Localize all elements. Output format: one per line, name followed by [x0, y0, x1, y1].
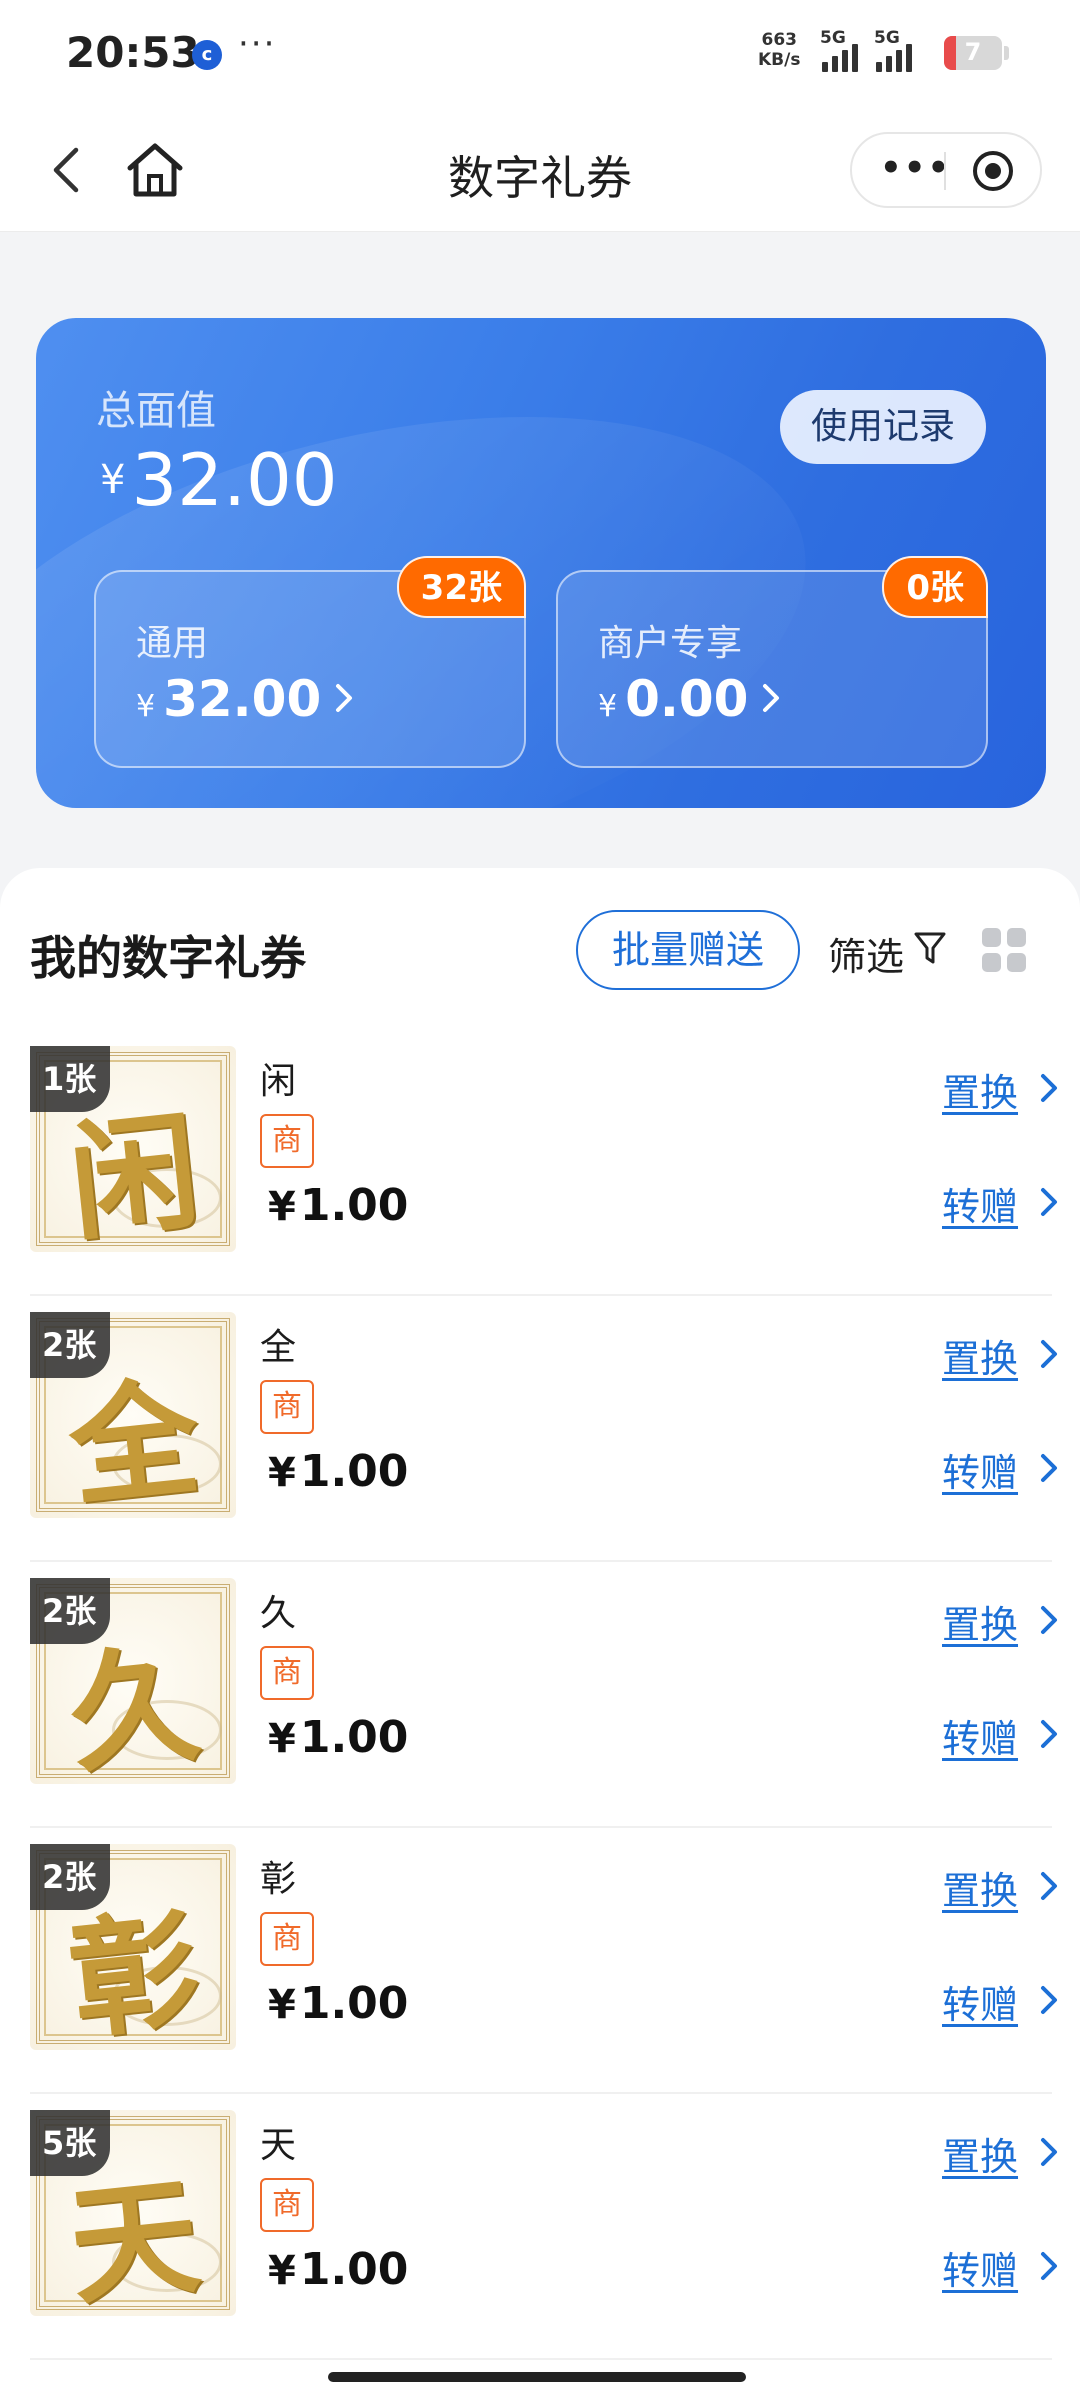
coupon-name: 彰 — [260, 1859, 297, 1900]
grid-view-icon[interactable] — [980, 926, 1028, 974]
chevron-right-icon[interactable] — [1036, 1448, 1062, 1488]
coupon-row[interactable]: 全 2张全商 ¥1.00 置换 转赠 — [30, 1296, 1057, 1562]
merchant-tag: 商 — [260, 1646, 314, 1700]
merchant-tag: 商 — [260, 1114, 314, 1168]
merchant-value: ¥0.00 — [598, 670, 786, 728]
coupon-price: ¥1.00 — [268, 1712, 408, 1763]
merchant-tag: 商 — [260, 1380, 314, 1434]
gift-link[interactable]: 转赠 — [942, 1708, 1018, 1763]
coupon-price: ¥1.00 — [268, 1446, 408, 1497]
network-speed: 663 KB/s — [758, 30, 800, 70]
gift-link[interactable]: 转赠 — [942, 1442, 1018, 1497]
chevron-right-icon[interactable] — [1036, 2132, 1062, 2172]
battery-cap — [1004, 46, 1009, 60]
currency-symbol: ¥ — [136, 689, 156, 724]
total-value: ¥32.00 — [100, 438, 338, 522]
notification-app-icon: c — [192, 40, 222, 70]
merchant-count-badge: 0张 — [882, 556, 988, 618]
currency-symbol: ¥ — [268, 1450, 296, 1496]
status-time: 20:53 — [66, 28, 200, 77]
nav-bar: 数字礼券 ••• — [0, 108, 1080, 232]
total-value-amount: 32.00 — [131, 438, 338, 522]
chevron-right-icon[interactable] — [1036, 1866, 1062, 1906]
mini-program-capsule: ••• — [850, 132, 1042, 208]
swap-link[interactable]: 置换 — [942, 1062, 1018, 1117]
coupon-price: ¥1.00 — [268, 1180, 408, 1231]
home-indicator[interactable] — [328, 2372, 746, 2382]
currency-symbol: ¥ — [268, 1716, 296, 1762]
total-value-label: 总面值 — [96, 388, 216, 434]
general-coupon-box[interactable]: 32张 通用 ¥32.00 — [94, 556, 526, 768]
currency-symbol: ¥ — [268, 2248, 296, 2294]
merchant-label: 商户专享 — [598, 623, 743, 664]
coupon-name: 久 — [260, 1593, 297, 1634]
coupon-price: ¥1.00 — [268, 2244, 408, 2295]
chevron-right-icon[interactable] — [1036, 1600, 1062, 1640]
quantity-badge: 2张 — [30, 1844, 111, 1910]
battery-level: 7 — [964, 38, 982, 66]
chevron-right-icon — [336, 684, 353, 712]
battery-icon: 7 — [944, 36, 1002, 70]
coupon-price: ¥1.00 — [268, 1978, 408, 2029]
coupon-price-amount: 1.00 — [299, 1180, 409, 1231]
coupon-name: 全 — [260, 1327, 297, 1368]
coupon-row[interactable]: 久 2张久商 ¥1.00 置换 转赠 — [30, 1562, 1057, 1828]
general-amount: 32.00 — [163, 670, 322, 728]
network-speed-value: 663 — [761, 30, 797, 50]
currency-symbol: ¥ — [268, 1184, 296, 1230]
coupon-row[interactable]: 天 5张天商 ¥1.00 置换 转赠 — [30, 2094, 1057, 2360]
quantity-badge: 2张 — [30, 1312, 111, 1378]
merchant-tag: 商 — [260, 1912, 314, 1966]
chevron-right-icon — [763, 684, 780, 712]
currency-symbol: ¥ — [100, 457, 126, 503]
chevron-right-icon[interactable] — [1036, 1182, 1062, 1222]
gift-link[interactable]: 转赠 — [942, 2240, 1018, 2295]
general-label: 通用 — [136, 623, 209, 664]
chevron-right-icon[interactable] — [1036, 1068, 1062, 1108]
coupon-name: 天 — [260, 2125, 297, 2166]
merchant-amount: 0.00 — [625, 670, 749, 728]
swap-link[interactable]: 置换 — [942, 2126, 1018, 2181]
swap-link[interactable]: 置换 — [942, 1594, 1018, 1649]
status-bar: 20:53 c ··· 663 KB/s 5G 5G 7 — [0, 0, 1080, 108]
more-menu-button[interactable]: ••• — [880, 148, 949, 188]
quantity-badge: 2张 — [30, 1578, 111, 1644]
batch-gift-button[interactable]: 批量赠送 — [576, 910, 800, 990]
chevron-right-icon[interactable] — [1036, 1980, 1062, 2020]
status-more-icon: ··· — [238, 24, 277, 64]
filter-button[interactable]: 筛选 — [828, 926, 904, 981]
signal-strength-icon: 5G — [820, 28, 868, 72]
total-value-card: 总面值 ¥32.00 使用记录 32张 通用 ¥32.00 0张 商户专享 ¥0… — [36, 318, 1046, 808]
coupon-price-amount: 1.00 — [299, 1712, 409, 1763]
list-title: 我的数字礼券 — [30, 931, 306, 985]
filter-icon[interactable] — [912, 928, 948, 968]
chevron-right-icon[interactable] — [1036, 1334, 1062, 1374]
currency-symbol: ¥ — [268, 1982, 296, 2028]
coupon-price-amount: 1.00 — [299, 1978, 409, 2029]
close-target-icon[interactable] — [970, 148, 1016, 194]
capsule-divider — [944, 152, 946, 190]
signal-strength-icon-2: 5G — [874, 28, 922, 72]
coupon-row[interactable]: 彰 2张彰商 ¥1.00 置换 转赠 — [30, 1828, 1057, 2094]
quantity-badge: 5张 — [30, 2110, 111, 2176]
swap-link[interactable]: 置换 — [942, 1328, 1018, 1383]
coupon-row[interactable]: 闲 1张闲商 ¥1.00 置换 转赠 — [30, 1030, 1057, 1296]
gift-link[interactable]: 转赠 — [942, 1974, 1018, 2029]
coupon-name: 闲 — [260, 1061, 297, 1102]
coupon-price-amount: 1.00 — [299, 1446, 409, 1497]
swap-link[interactable]: 置换 — [942, 1860, 1018, 1915]
general-count-badge: 32张 — [396, 556, 526, 618]
chevron-right-icon[interactable] — [1036, 2246, 1062, 2286]
coupon-list-panel: 我的数字礼券 批量赠送 筛选 闲 1张闲商 ¥1.00 置换 转赠全 2张全商 ¥1.00 置… — [0, 868, 1080, 2400]
merchant-tag: 商 — [260, 2178, 314, 2232]
currency-symbol: ¥ — [598, 689, 618, 724]
quantity-badge: 1张 — [30, 1046, 111, 1112]
usage-record-button[interactable]: 使用记录 — [780, 390, 986, 464]
merchant-coupon-box[interactable]: 0张 商户专享 ¥0.00 — [556, 556, 988, 768]
general-value: ¥32.00 — [136, 670, 359, 728]
chevron-right-icon[interactable] — [1036, 1714, 1062, 1754]
coupon-price-amount: 1.00 — [299, 2244, 409, 2295]
gift-link[interactable]: 转赠 — [942, 1176, 1018, 1231]
network-speed-unit: KB/s — [758, 50, 801, 70]
